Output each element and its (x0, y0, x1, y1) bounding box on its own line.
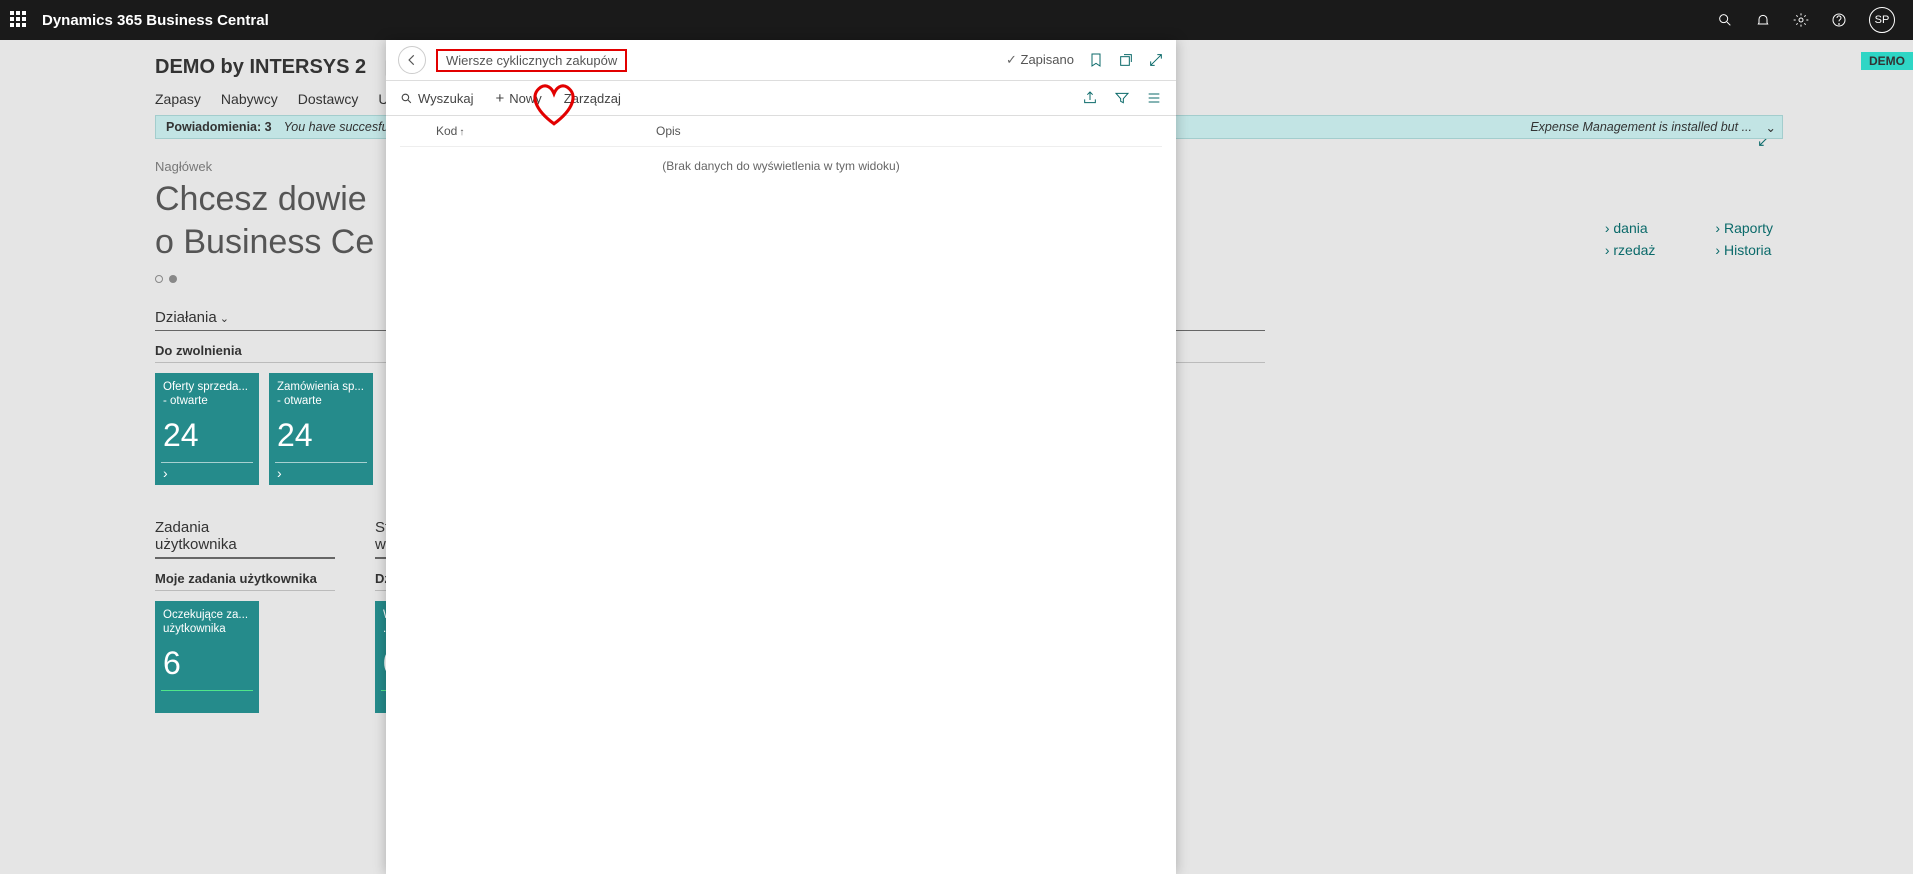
pager-dot[interactable] (169, 275, 177, 283)
tile-value: 24 (163, 417, 251, 454)
chevron-right-icon[interactable]: › (277, 465, 282, 481)
gear-icon[interactable] (1793, 12, 1809, 28)
menu-item[interactable]: Dostawcy (298, 91, 359, 107)
cue-tile[interactable]: Oferty sprzeda...- otwarte 24 › (155, 373, 259, 485)
expand-icon[interactable] (1148, 52, 1164, 68)
table-header: Kod↑ Opis (386, 116, 1176, 146)
user-avatar[interactable]: SP (1869, 7, 1895, 33)
heart-annotation (528, 80, 580, 128)
bell-icon[interactable] (1755, 12, 1771, 28)
side-link[interactable]: Historia (1715, 242, 1773, 258)
app-title: Dynamics 365 Business Central (42, 12, 269, 29)
tile-value: 6 (163, 645, 251, 682)
back-button[interactable] (398, 46, 426, 74)
filter-icon[interactable] (1114, 90, 1130, 106)
empty-state: (Brak danych do wyświetlenia w tym widok… (400, 146, 1162, 185)
notif-right-text: Expense Management is installed but ... (1530, 120, 1752, 134)
saved-indicator: Zapisano (1006, 52, 1074, 68)
search-icon[interactable] (1717, 12, 1733, 28)
app-topbar: Dynamics 365 Business Central SP (0, 0, 1913, 40)
modal-panel: Wiersze cyklicznych zakupów Zapisano Wys… (386, 40, 1176, 874)
list-view-icon[interactable] (1146, 90, 1162, 106)
app-launcher-icon[interactable] (10, 11, 28, 29)
help-icon[interactable] (1831, 12, 1847, 28)
tile-value: 24 (277, 417, 365, 454)
side-link[interactable]: Raporty (1715, 220, 1773, 236)
modal-title: Wiersze cyklicznych zakupów (436, 49, 627, 72)
popout-icon[interactable] (1118, 52, 1134, 68)
tasks-title: Zadania użytkownika (155, 519, 335, 559)
bookmark-icon[interactable] (1088, 52, 1104, 68)
menu-item[interactable]: Nabywcy (221, 91, 278, 107)
tasks-sub: Moje zadania użytkownika (155, 571, 335, 586)
side-link[interactable]: dania (1605, 220, 1656, 236)
modal-toolbar: Wyszukaj + Nowy Zarządzaj (386, 80, 1176, 116)
cue-tile[interactable]: Zamówienia sp...- otwarte 24 › (269, 373, 373, 485)
chevron-down-icon[interactable]: ⌄ (1766, 120, 1776, 135)
notif-count: Powiadomienia: 3 (166, 120, 272, 134)
pager-dot[interactable] (155, 275, 163, 283)
search-button[interactable]: Wyszukaj (400, 91, 474, 106)
side-links: dania rzedaż Raporty Historia (1605, 220, 1773, 264)
share-icon[interactable] (1082, 90, 1098, 106)
menu-item[interactable]: Zapasy (155, 91, 201, 107)
column-desc[interactable]: Opis (656, 124, 681, 138)
cue-tile[interactable]: Oczekujące za...użytkownika 6 (155, 601, 259, 713)
side-link[interactable]: rzedaż (1605, 242, 1656, 258)
actions-title[interactable]: Działania (155, 309, 217, 326)
chevron-right-icon[interactable]: › (163, 465, 168, 481)
company-name: DEMO by INTERSYS 2 (155, 56, 366, 79)
